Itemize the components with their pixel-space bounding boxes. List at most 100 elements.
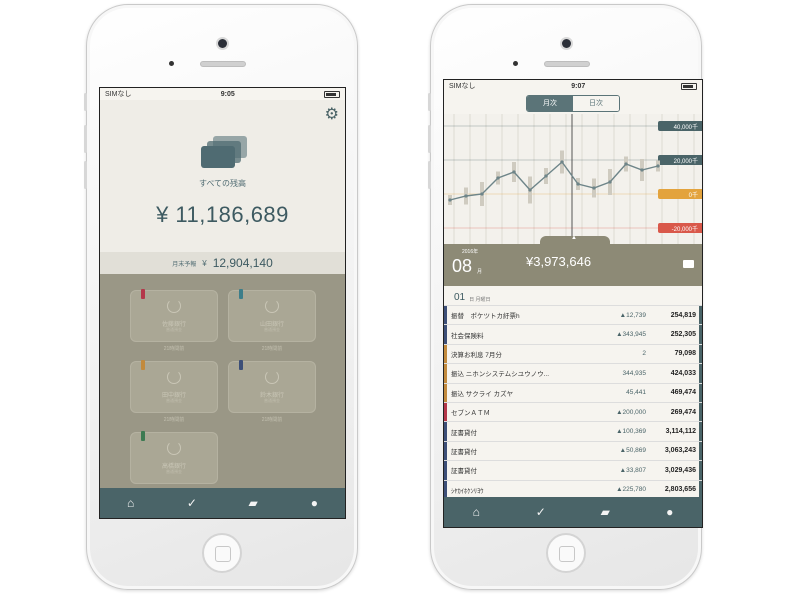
- home-icon[interactable]: ⌂: [121, 496, 141, 510]
- transaction-balance: 469,474: [670, 389, 696, 397]
- forecast-label: 月末予報: [172, 261, 197, 268]
- transaction-change: 344,935: [622, 369, 647, 377]
- bank-updated: 21時間前: [163, 417, 185, 423]
- transaction-row[interactable]: 振込 サクライ カズヤ 45,441 469,474: [444, 383, 702, 403]
- chat-icon[interactable]: ●: [660, 505, 680, 519]
- home-button[interactable]: [546, 533, 586, 573]
- refresh-icon[interactable]: [167, 299, 181, 313]
- transaction-balance: 2,803,656: [664, 486, 696, 494]
- data-point: [496, 176, 500, 180]
- transaction-list: 振替 ポケツトカ紆票h ▲12,739 254,819 社会保険料 ▲343,945 25…: [444, 306, 702, 500]
- transaction-balance: 79,098: [674, 350, 696, 358]
- volume-up-button: [84, 125, 87, 153]
- cards-icon[interactable]: ▰: [595, 505, 615, 519]
- cards-icon[interactable]: ▰: [243, 496, 263, 510]
- category-color-mark: [444, 441, 447, 461]
- bank-color-tab: [239, 289, 243, 299]
- row-edge-bar: [699, 364, 702, 383]
- transaction-row[interactable]: 決算お利息 7月分 2 79,098: [444, 344, 702, 365]
- category-color-mark: [444, 402, 447, 422]
- bank-card[interactable]: 高橋銀行 普通預金: [130, 431, 218, 484]
- row-edge-bar: [699, 306, 702, 325]
- transaction-balance: 3,029,436: [664, 466, 696, 474]
- transaction-change: ▲225,780: [616, 486, 646, 494]
- transaction-row[interactable]: 証書貸付 ▲33,807 3,029,436: [444, 461, 702, 481]
- transaction-balance: 3,114,112: [665, 428, 696, 436]
- chat-icon[interactable]: ●: [304, 496, 324, 510]
- transaction-change: ▲343,945: [616, 331, 646, 339]
- bank-account-type: 普通預金: [264, 327, 280, 332]
- chart-icon[interactable]: ✓: [531, 505, 551, 519]
- chart-icon[interactable]: ✓: [182, 496, 202, 510]
- data-point: [528, 188, 532, 192]
- transaction-row[interactable]: 振替 ポケツトカ紆票h ▲12,739 254,819: [444, 306, 702, 326]
- row-edge-bar: [699, 461, 702, 480]
- front-camera: [218, 39, 227, 48]
- transaction-change: ▲200,000: [616, 408, 646, 416]
- bank-card[interactable]: 田中銀行 普通預金: [130, 360, 218, 413]
- tab-bar: ⌂ ✓ ▰ ●: [100, 488, 345, 518]
- bank-updated: 21時間前: [163, 346, 185, 352]
- balance-chart-svg: 40,000千 20,000千 0千 -20,000千: [444, 114, 702, 244]
- refresh-icon[interactable]: [167, 441, 181, 455]
- summary-year: 2016年: [462, 249, 479, 255]
- refresh-icon[interactable]: [167, 370, 181, 384]
- volume-up-button: [428, 125, 431, 153]
- mute-switch: [84, 93, 87, 111]
- data-point: [608, 180, 612, 184]
- bank-card[interactable]: 山田銀行 普通預金: [228, 289, 316, 342]
- balance-header: ⚙ すべての残高 ¥ 11,186,689: [100, 100, 345, 252]
- transaction-balance: 269,474: [670, 408, 696, 416]
- tab-daily[interactable]: 日次: [573, 95, 619, 111]
- home-button[interactable]: [202, 533, 242, 573]
- row-edge-bar: [699, 441, 702, 461]
- bank-card[interactable]: 佐藤銀行 普通預金: [130, 289, 218, 342]
- bank-updated: 21時間前: [261, 346, 283, 352]
- home-icon[interactable]: ⌂: [466, 505, 486, 519]
- row-edge-bar: [699, 383, 702, 402]
- day-header: 01 日 月曜日: [444, 286, 702, 306]
- phone-right: SIMなし 9:07 月次 日次 40,000千 20,000千 0千 -20,000…: [428, 4, 703, 590]
- transaction-description: 振替 ポケツトカ紆票h: [451, 313, 520, 321]
- data-point: [512, 170, 516, 174]
- transaction-row[interactable]: 証書貸付 ▲100,369 3,114,112: [444, 422, 702, 442]
- volume-down-button: [428, 161, 431, 189]
- month-end-forecast[interactable]: 月末予報 ¥ 12,904,140: [100, 252, 345, 274]
- cards-icon: [201, 136, 247, 168]
- month-summary: 2016年 08 月 ¥3,973,646: [444, 235, 702, 286]
- balance-chart[interactable]: 40,000千 20,000千 0千 -20,000千: [444, 114, 702, 244]
- bank-account-type: 普通預金: [166, 398, 182, 403]
- transaction-row[interactable]: セブンＡＴＭ ▲200,000 269,474: [444, 402, 702, 423]
- level-label: 40,000千: [674, 123, 698, 131]
- transaction-change: ▲100,369: [616, 428, 646, 436]
- data-point: [448, 198, 452, 202]
- status-time: 9:05: [220, 90, 235, 98]
- transaction-row[interactable]: 証書貸付 ▲50,869 3,063,243: [444, 441, 702, 462]
- chart-handle[interactable]: [540, 235, 610, 246]
- data-point: [560, 160, 564, 164]
- category-color-mark: [444, 422, 447, 441]
- mail-icon[interactable]: [683, 260, 694, 268]
- data-point: [624, 162, 628, 166]
- data-point: [592, 186, 596, 190]
- category-color-mark: [444, 364, 447, 383]
- tab-monthly[interactable]: 月次: [527, 95, 573, 111]
- refresh-icon[interactable]: [265, 370, 279, 384]
- transaction-row[interactable]: 社会保険料 ▲343,945 252,305: [444, 325, 702, 345]
- bank-card[interactable]: 鈴木銀行 普通預金: [228, 360, 316, 413]
- refresh-icon[interactable]: [265, 299, 279, 313]
- status-bar: SIMなし 9:07: [444, 80, 702, 92]
- category-color-mark: [444, 325, 447, 344]
- status-bar: SIMなし 9:05: [100, 88, 345, 100]
- bank-color-tab: [239, 360, 243, 370]
- transaction-description: ｼﾔｶｲﾎｹﾝﾘﾖｳ: [451, 487, 484, 495]
- transaction-row[interactable]: 振込 ニホンシステムシユウノウ... 344,935 424,033: [444, 364, 702, 384]
- gear-icon[interactable]: ⚙: [325, 104, 339, 124]
- screen-left: SIMなし 9:05 ⚙ すべての残高 ¥ 11,186,689 月末予報 ¥ …: [99, 87, 346, 519]
- transaction-description: 証書貸付: [451, 468, 477, 476]
- screen-right: SIMなし 9:07 月次 日次 40,000千 20,000千 0千 -20,000…: [443, 79, 703, 528]
- row-edge-bar: [699, 344, 702, 364]
- transaction-change: ▲50,869: [619, 447, 646, 455]
- transaction-description: 証書貸付: [451, 429, 477, 437]
- front-camera: [562, 39, 571, 48]
